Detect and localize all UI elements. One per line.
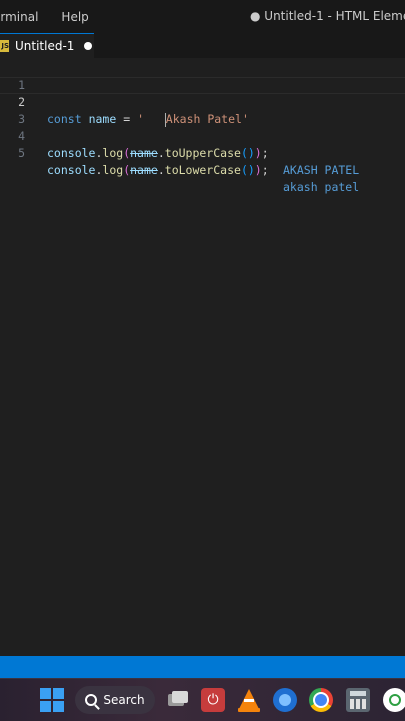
method-tolowercase: toLowerCase [164, 163, 241, 177]
identifier-name: name [130, 163, 158, 177]
windows-start-icon[interactable] [40, 688, 64, 712]
taskbar: Search ⏻ [0, 678, 405, 721]
method-touppercase: toUpperCase [164, 146, 241, 160]
menu-bar: erminal Help ● Untitled-1 - HTML Element… [0, 0, 405, 33]
inline-output: akash patel [283, 180, 360, 194]
identifier-name: name [130, 146, 158, 160]
inline-output: AKASH PATEL [283, 163, 360, 177]
code-line-2[interactable]: 2 const name = ' Akash Patel' [0, 77, 405, 127]
status-bar [0, 656, 405, 678]
menu-item-help[interactable]: Help [53, 10, 96, 24]
code-line-1[interactable]: 1 [0, 60, 405, 92]
js-file-icon: JS [0, 40, 9, 52]
call-parens: () [240, 146, 255, 160]
chrome-icon[interactable] [309, 688, 333, 712]
unsaved-dot-icon[interactable] [84, 42, 93, 50]
method-log: log [102, 146, 124, 160]
teams-icon[interactable] [273, 688, 297, 712]
paren-close: ) [254, 163, 262, 177]
tab-bar: JS Untitled-1 [0, 33, 405, 58]
tab-label: Untitled-1 [15, 39, 75, 53]
line-number: 5 [18, 146, 25, 160]
semicolon: ; [261, 146, 269, 160]
window-title: ● Untitled-1 - HTML Elements - V [250, 9, 405, 23]
code-text: console.log(name.toLowerCase()); [47, 162, 269, 179]
clock-icon[interactable] [383, 688, 405, 712]
identifier-console: console [47, 146, 96, 160]
power-app-icon[interactable]: ⏻ [201, 688, 225, 712]
method-log: log [102, 163, 124, 177]
search-icon [85, 694, 98, 706]
semicolon: ; [261, 163, 269, 177]
code-line-3[interactable]: 3 [0, 94, 405, 126]
taskbar-search-button[interactable]: Search [75, 686, 155, 714]
code-line-4[interactable]: 4 console.log(name.toUpperCase()); AKASH… [0, 111, 405, 177]
dot: . [157, 146, 165, 160]
calculator-icon[interactable] [346, 688, 370, 712]
paren-close: ) [254, 146, 262, 160]
code-text: console.log(name.toUpperCase()); [47, 145, 269, 162]
call-parens: () [240, 163, 255, 177]
dot: . [157, 163, 165, 177]
identifier-console: console [47, 163, 96, 177]
menu-item-terminal[interactable]: erminal [0, 10, 46, 24]
tab-untitled-1[interactable]: JS Untitled-1 [0, 33, 94, 58]
search-label: Search [103, 693, 145, 707]
vlc-icon[interactable] [237, 688, 261, 712]
code-line-5[interactable]: 5 console.log(name.toLowerCase()); akash… [0, 128, 405, 194]
file-explorer-icon[interactable] [166, 688, 190, 712]
code-editor[interactable]: 1 2 const name = ' Akash Patel' 3 4 cons… [0, 58, 405, 656]
